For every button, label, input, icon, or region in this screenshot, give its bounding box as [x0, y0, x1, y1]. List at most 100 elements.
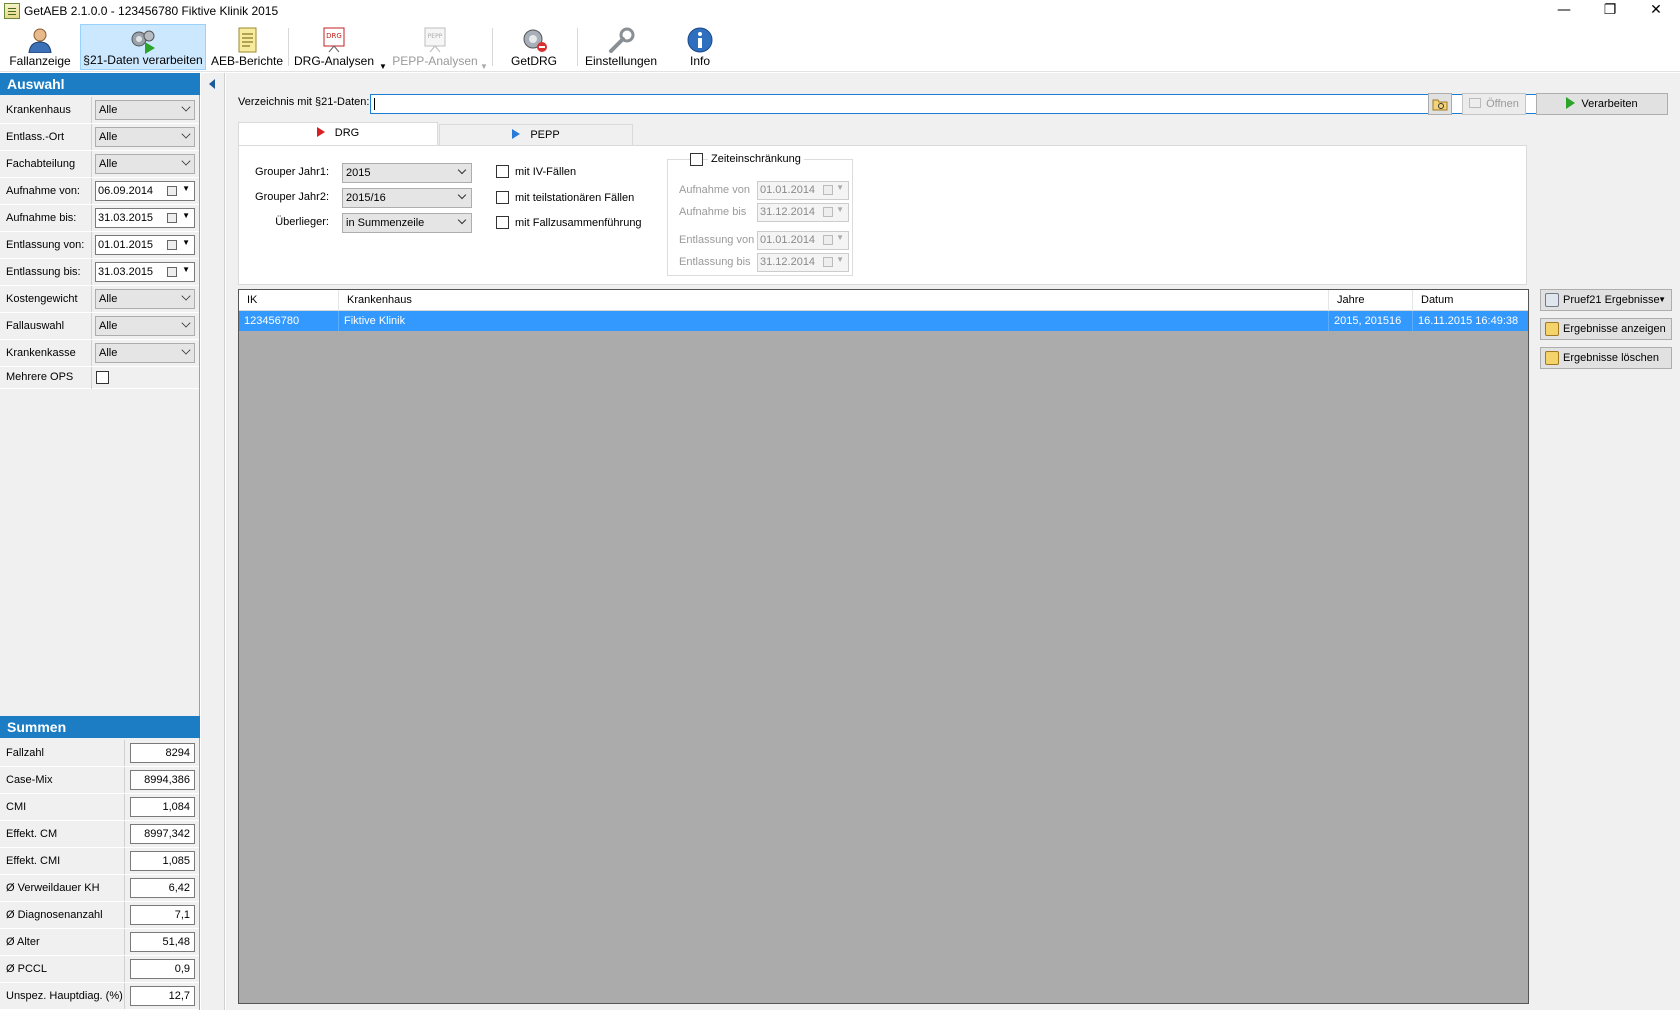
dropdown-icon: ▼ — [1658, 295, 1666, 304]
entlass-ort-select[interactable]: Alle — [95, 127, 195, 147]
text-caret — [374, 98, 375, 110]
minimize-button[interactable]: — — [1541, 0, 1587, 22]
entlassung-bis-date[interactable]: 31.03.2015 ▼ — [95, 262, 195, 282]
zeit-aufnahme-von-date: 01.01.2014 ▼ — [757, 181, 849, 200]
title-bar: GetAEB 2.1.0.0 - 123456780 Fiktive Klini… — [0, 0, 1680, 22]
gears-play-icon — [131, 30, 155, 54]
grouper2-label: Grouper Jahr2: — [255, 191, 329, 203]
fallanzeige-button[interactable]: Fallanzeige — [4, 24, 76, 70]
drg-analysen-button[interactable]: DRG DRG-Analysen — [292, 24, 376, 70]
calendar-icon — [823, 257, 833, 267]
fallauswahl-select[interactable]: Alle — [95, 316, 195, 336]
zeit-aufnahme-bis-date: 31.12.2014 ▼ — [757, 203, 849, 222]
column-header-datum[interactable]: Datum — [1413, 290, 1528, 311]
pepp-analysen-button: PEPP PEPP-Analysen — [390, 24, 480, 70]
chevron-down-icon — [457, 215, 467, 225]
aufnahme-bis-date[interactable]: 31.03.2015 ▼ — [95, 208, 195, 228]
drg-dropdown-icon[interactable]: ▼ — [379, 62, 387, 71]
show-results-icon — [1545, 322, 1559, 336]
chevron-down-icon — [181, 345, 191, 355]
gear-refresh-icon — [523, 29, 547, 52]
dropdown-icon: ▼ — [182, 184, 190, 193]
mehrere-ops-checkbox[interactable] — [96, 371, 109, 384]
kostengewicht-select[interactable]: Alle — [95, 289, 195, 309]
summen-row: CMI 1,084 — [0, 794, 199, 821]
ergebnisse-anzeigen-button[interactable]: Ergebnisse anzeigen — [1540, 318, 1672, 340]
aufnahme-von-date[interactable]: 06.09.2014 ▼ — [95, 181, 195, 201]
filter-row-entlassung-von: Entlassung von: 01.01.2015 ▼ — [0, 232, 199, 259]
iv-faelle-checkbox[interactable] — [496, 165, 509, 178]
zeit-entlassung-von-date: 01.01.2014 ▼ — [757, 231, 849, 250]
krankenkasse-select[interactable]: Alle — [95, 343, 195, 363]
einstellungen-button[interactable]: Einstellungen — [582, 24, 660, 70]
grouper2-select[interactable]: 2015/16 — [342, 188, 472, 208]
svg-text:DRG: DRG — [326, 32, 342, 40]
ueberlieger-select[interactable]: in Summenzeile — [342, 213, 472, 233]
collapse-left-icon[interactable] — [209, 79, 215, 89]
report-icon — [238, 27, 257, 53]
column-header-jahre[interactable]: Jahre — [1329, 290, 1413, 311]
grid-header: IK Krankenhaus Jahre Datum — [239, 290, 1528, 311]
summen-value: 8997,342 — [130, 824, 195, 844]
cell-datum: 16.11.2015 16:49:38 — [1418, 315, 1519, 327]
aeb-berichte-button[interactable]: AEB-Berichte — [210, 24, 284, 70]
fachabteilung-select[interactable]: Alle — [95, 154, 195, 174]
chevron-down-icon — [181, 102, 191, 112]
chevron-down-icon — [457, 165, 467, 175]
fallzusammenfuehrung-checkbox[interactable] — [496, 216, 509, 229]
svg-text:PEPP: PEPP — [428, 33, 443, 40]
maximize-button[interactable]: ❐ — [1587, 0, 1633, 22]
chevron-down-icon — [457, 190, 467, 200]
filter-row-aufnahme-von: Aufnahme von: 06.09.2014 ▼ — [0, 178, 199, 205]
column-header-krankenhaus[interactable]: Krankenhaus — [339, 290, 1329, 311]
info-icon — [687, 27, 713, 53]
open-button: Öffnen — [1462, 93, 1526, 115]
user-icon — [28, 28, 52, 53]
calendar-icon — [167, 213, 177, 223]
browse-folder-button[interactable] — [1428, 93, 1452, 115]
cell-krankenhaus: Fiktive Klinik — [339, 311, 1329, 331]
ergebnisse-loeschen-button[interactable]: Ergebnisse löschen — [1540, 347, 1672, 369]
pepp-dropdown-icon: ▼ — [480, 62, 488, 71]
cell-ik: 123456780 — [239, 311, 339, 331]
calendar-icon — [823, 207, 833, 217]
calendar-icon — [167, 186, 177, 196]
summen-row: Unspez. Hauptdiag. (%) 12,7 — [0, 983, 199, 1010]
dropdown-icon: ▼ — [836, 233, 844, 242]
summen-value: 51,48 — [130, 932, 195, 952]
drg-chart-icon: DRG — [323, 27, 345, 53]
summen-row: Effekt. CM 8997,342 — [0, 821, 199, 848]
calendar-icon — [167, 240, 177, 250]
calendar-icon — [823, 185, 833, 195]
tab-drg[interactable]: DRG — [238, 122, 438, 146]
zeiteinschraenkung-checkbox[interactable] — [690, 153, 703, 166]
zeit-entlassung-bis-date: 31.12.2014 ▼ — [757, 253, 849, 272]
krankenhaus-select[interactable]: Alle — [95, 100, 195, 120]
chevron-down-icon — [181, 129, 191, 139]
column-header-ik[interactable]: IK — [239, 290, 339, 311]
info-button[interactable]: Info — [672, 24, 728, 70]
summen-value: 1,085 — [130, 851, 195, 871]
zeiteinschraenkung-group: Zeiteinschränkung Aufnahme von 01.01.201… — [667, 153, 853, 276]
getdrg-button[interactable]: GetDRG — [502, 24, 566, 70]
calendar-icon — [167, 267, 177, 277]
entlassung-von-date[interactable]: 01.01.2015 ▼ — [95, 235, 195, 255]
grouper1-label: Grouper Jahr1: — [255, 166, 329, 178]
panel-collapse-bar[interactable] — [201, 73, 225, 1010]
summen-value: 7,1 — [130, 905, 195, 925]
pruef21-ergebnisse-button[interactable]: Pruef21 Ergebnisse ▼ — [1540, 289, 1672, 311]
drg-options-panel: Grouper Jahr1: 2015 Grouper Jahr2: 2015/… — [238, 145, 1527, 285]
pepp-chart-icon: PEPP — [424, 27, 446, 53]
summen-row: Fallzahl 8294 — [0, 740, 199, 767]
table-row[interactable]: 123456780 Fiktive Klinik 2015, 201516 16… — [239, 311, 1528, 331]
verarbeiten-button[interactable]: Verarbeiten — [1536, 93, 1668, 115]
grouper1-select[interactable]: 2015 — [342, 163, 472, 183]
tab-pepp[interactable]: PEPP — [439, 124, 633, 146]
daten-verarbeiten-button[interactable]: §21-Daten verarbeiten — [80, 24, 206, 70]
main-area: Verzeichnis mit §21-Daten: Öffnen Verarb… — [226, 73, 1680, 1010]
summen-value: 12,7 — [130, 986, 195, 1006]
window-title: GetAEB 2.1.0.0 - 123456780 Fiktive Klini… — [24, 4, 279, 18]
teilstationaer-checkbox[interactable] — [496, 191, 509, 204]
path-input[interactable] — [370, 94, 1649, 114]
close-button[interactable]: ✕ — [1633, 0, 1679, 22]
